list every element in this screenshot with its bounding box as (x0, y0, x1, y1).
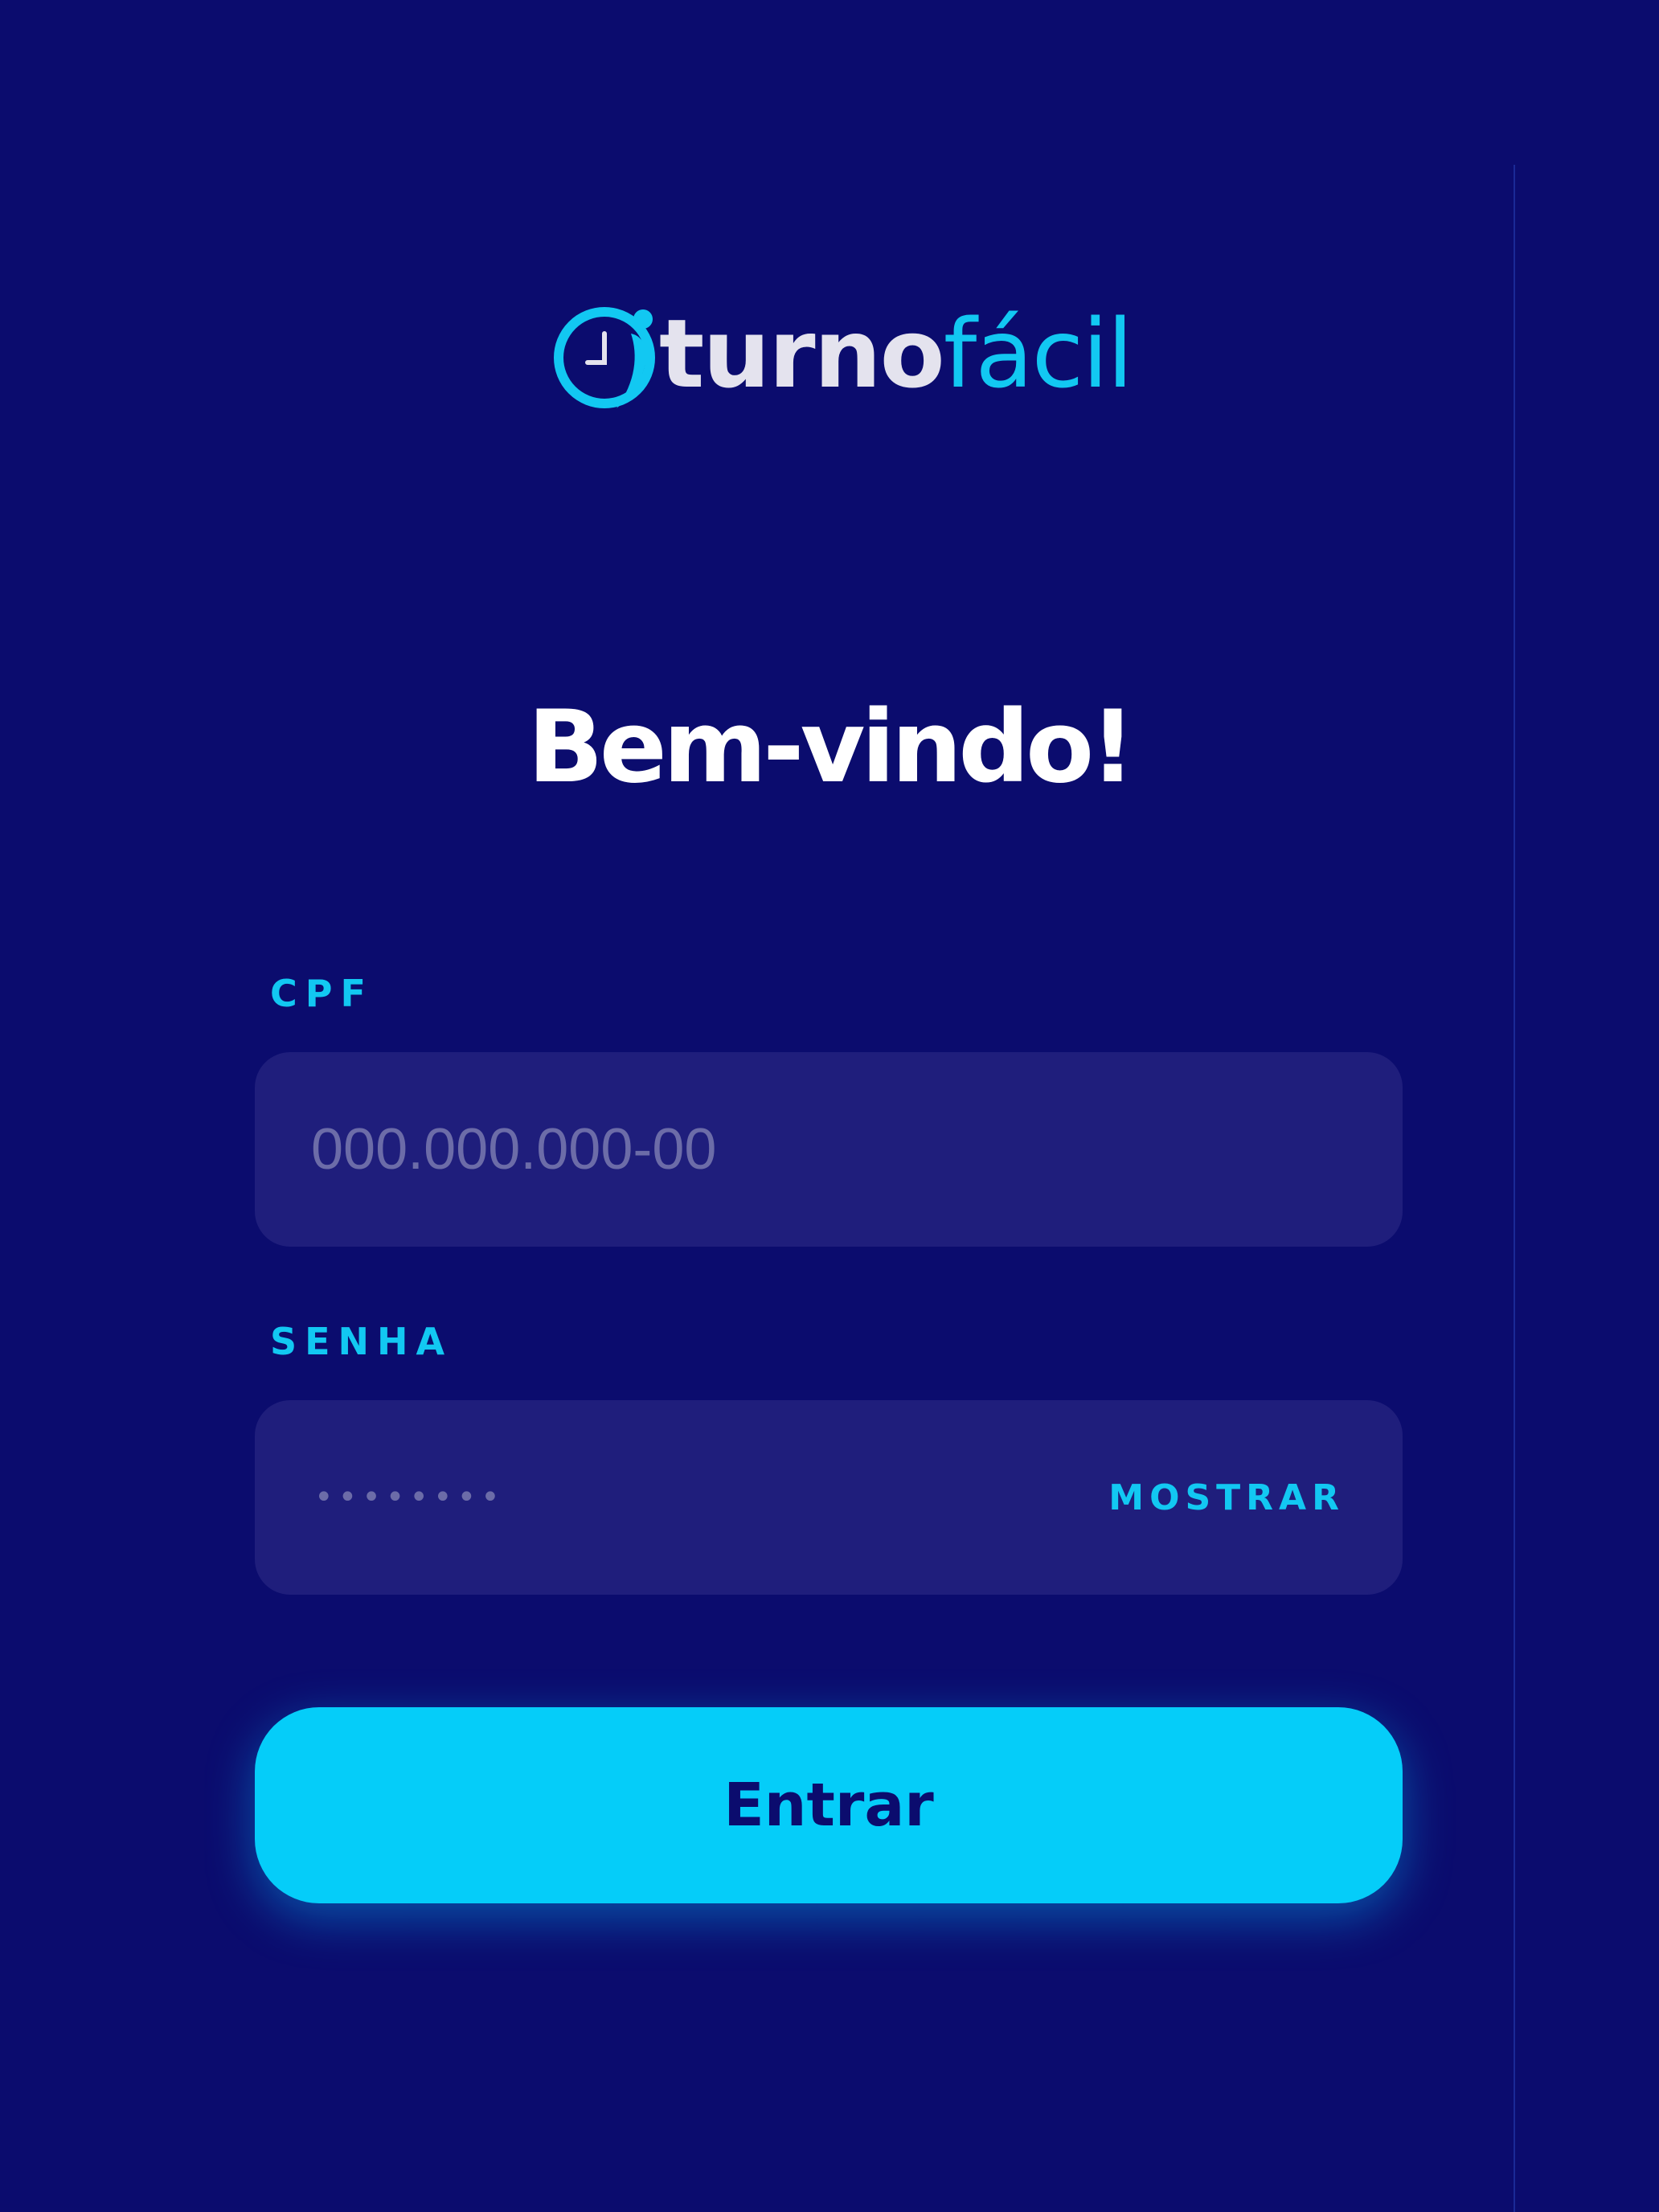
show-password-button[interactable]: MOSTRAR (1108, 1400, 1345, 1595)
app-logo: turnofácil (547, 297, 1133, 418)
brand-name-part2: fácil (943, 298, 1133, 409)
cpf-field[interactable] (255, 1052, 1403, 1247)
panel-divider (1514, 165, 1515, 2212)
brand-name-part1: turno (659, 298, 945, 409)
cpf-label: CPF (270, 972, 374, 1015)
login-button[interactable]: Entrar (255, 1707, 1403, 1903)
cpf-input[interactable] (311, 1052, 1276, 1247)
brand-wordmark: turnofácil (659, 306, 1133, 401)
password-field[interactable]: •••••••• MOSTRAR (255, 1400, 1403, 1595)
password-input[interactable]: •••••••• (314, 1400, 505, 1595)
page-title: Bem-vindo! (527, 690, 1135, 805)
password-label: SENHA (270, 1320, 453, 1363)
clock-person-icon (554, 307, 655, 408)
